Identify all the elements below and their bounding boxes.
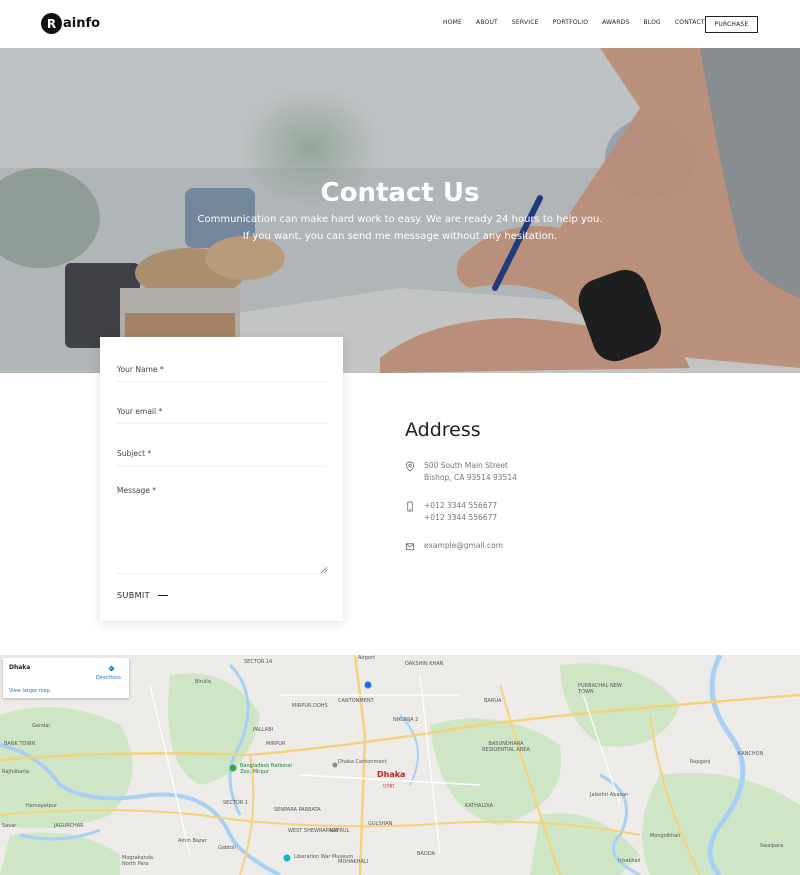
contact-form: Your Name * Your email * Subject * Messa… bbox=[100, 337, 343, 621]
directions-link[interactable]: Directions bbox=[96, 675, 121, 681]
address-line-2: Bishop, CA 93514 93514 bbox=[424, 473, 517, 482]
hero-subtitle: Communication can make hard work to easy… bbox=[197, 214, 603, 242]
page-title: Contact Us bbox=[320, 178, 480, 208]
nav-portfolio[interactable]: PORTFOLIO bbox=[553, 19, 589, 26]
map-label: PURBACHAL NEW TOWN bbox=[578, 683, 622, 695]
address-email: example@gmail.com bbox=[405, 540, 503, 552]
map-label: MOHAKHALI bbox=[338, 859, 369, 865]
view-larger-map-link[interactable]: View larger map bbox=[9, 688, 50, 694]
email-link[interactable]: example@gmail.com bbox=[424, 540, 503, 552]
logo[interactable]: R ainfo bbox=[41, 13, 100, 34]
address-title: Address bbox=[405, 419, 481, 441]
map-label: PALLABI bbox=[253, 727, 274, 733]
map-label: Jaleshri Abason bbox=[590, 792, 629, 798]
map-label: NIKUNJA 2 bbox=[393, 717, 419, 723]
map-label: SENPARA PARBATA bbox=[274, 807, 321, 813]
address-phones: +012 3344 556677 +012 3344 556677 bbox=[405, 500, 497, 524]
map-label: CANTONMENT bbox=[338, 698, 374, 704]
map-label: Mongolkhali bbox=[650, 833, 681, 839]
map-pin-icon bbox=[405, 461, 415, 472]
map-label: Ichakhali bbox=[618, 858, 641, 864]
map-label: MIRPUR DOHS bbox=[292, 703, 328, 709]
map-label: BARUA bbox=[484, 698, 502, 704]
logo-mark: R bbox=[41, 13, 62, 34]
map-label: Rajfulbaria bbox=[2, 769, 29, 775]
map-label: Gendai bbox=[32, 723, 50, 729]
map-label: Airport bbox=[358, 655, 376, 661]
phone-icon bbox=[407, 501, 413, 512]
map-label: Mograkanda North Para bbox=[122, 855, 153, 867]
nav-blog[interactable]: BLOG bbox=[643, 19, 660, 26]
purchase-button[interactable]: PURCHASE bbox=[705, 16, 758, 33]
map-label: Hemayetpur bbox=[26, 803, 58, 809]
logo-text: ainfo bbox=[63, 16, 101, 31]
map-city-label: Dhaka bbox=[377, 770, 406, 779]
phone-2: +012 3344 556677 bbox=[424, 513, 498, 522]
map-label: GULSHAN bbox=[368, 821, 393, 827]
mail-icon bbox=[405, 543, 415, 551]
map-label: SECTOR 1 bbox=[223, 800, 249, 806]
message-field[interactable]: Message * bbox=[117, 486, 327, 574]
map-label: Bangladesh National Zoo, Mirpur bbox=[240, 763, 292, 775]
embedded-map[interactable]: Dhaka Directions View larger map Dhaka ঢ… bbox=[0, 655, 800, 875]
map-label: DAKSHIN KHAN bbox=[405, 661, 444, 667]
map-label: Amin Bazar bbox=[178, 838, 207, 844]
map-label: MIRPUR bbox=[266, 741, 286, 747]
map-label: KATHALDIA bbox=[465, 803, 493, 809]
map-info-card: Dhaka Directions View larger map bbox=[3, 658, 129, 698]
map-label: Swalpara bbox=[760, 843, 784, 849]
address-line-1: 500 South Main Street bbox=[424, 461, 508, 470]
map-label: JAGURCHAR bbox=[54, 823, 84, 829]
site-header: R ainfo HOME ABOUT SERVICE PORTFOLIO AWA… bbox=[0, 0, 800, 48]
main-nav: HOME ABOUT SERVICE PORTFOLIO AWARDS BLOG… bbox=[443, 19, 719, 26]
map-label: Dhaka Cantonment bbox=[338, 759, 387, 765]
nav-home[interactable]: HOME bbox=[443, 19, 462, 26]
nav-service[interactable]: SERVICE bbox=[512, 19, 539, 26]
submit-dash bbox=[157, 595, 168, 596]
map-label: Gabtoli bbox=[218, 845, 236, 851]
map-place-name: Dhaka bbox=[9, 664, 31, 671]
submit-label: SUBMIT bbox=[117, 591, 150, 600]
textarea-resize-handle[interactable] bbox=[321, 567, 327, 573]
map-label: Rupganj bbox=[690, 759, 711, 765]
map-label: SECTOR 14 bbox=[244, 659, 273, 665]
message-placeholder: Message * bbox=[117, 486, 157, 495]
nav-about[interactable]: ABOUT bbox=[476, 19, 498, 26]
phone-1: +012 3344 556677 bbox=[424, 501, 498, 510]
name-field[interactable]: Your Name * bbox=[117, 365, 327, 382]
address-location: 500 South Main Street Bishop, CA 93514 9… bbox=[405, 460, 517, 484]
directions-icon[interactable] bbox=[108, 665, 115, 672]
map-label: BANK TOWN bbox=[4, 741, 36, 747]
map-city-label-local: ঢাকা bbox=[383, 783, 395, 790]
submit-button[interactable]: SUBMIT bbox=[117, 591, 168, 600]
nav-awards[interactable]: AWARDS bbox=[602, 19, 629, 26]
nav-contact[interactable]: CONTACT bbox=[675, 19, 705, 26]
map-label: BASUNDHARA RESIDENTIAL AREA bbox=[482, 741, 530, 753]
map-label: BADDA bbox=[417, 851, 435, 857]
hero-section: Contact Us Communication can make hard w… bbox=[0, 48, 800, 373]
subject-field[interactable]: Subject * bbox=[117, 449, 327, 466]
map-label: KANCHON bbox=[738, 751, 764, 757]
map-label: Savar bbox=[2, 823, 17, 829]
map-label: KAFRUL bbox=[330, 828, 350, 834]
map-label: Birulia bbox=[195, 679, 211, 685]
email-field[interactable]: Your email * bbox=[117, 407, 327, 424]
